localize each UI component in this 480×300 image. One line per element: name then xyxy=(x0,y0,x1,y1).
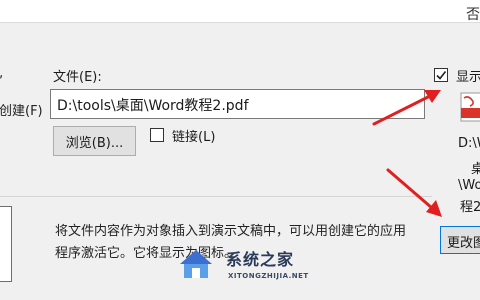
watermark-url: XITONGZHIJIA.NET xyxy=(228,272,309,280)
display-as-icon-label[interactable]: 显示 xyxy=(456,66,480,85)
window-title: 否 xyxy=(466,7,480,23)
red-arrow-icon xyxy=(386,168,442,217)
result-group-border xyxy=(0,196,432,197)
file-path-input[interactable]: D:\tools\桌面\Word教程2.pdf xyxy=(50,89,425,119)
watermark-title: 系统之家 xyxy=(226,250,295,269)
title-divider xyxy=(0,22,480,23)
pdf-file-icon xyxy=(460,92,480,122)
browse-button[interactable]: 浏览(B)... xyxy=(53,126,136,156)
result-icon-panel xyxy=(0,206,12,282)
checkmark-icon xyxy=(436,71,447,80)
link-checkbox[interactable] xyxy=(150,128,164,142)
display-as-icon-checkbox[interactable] xyxy=(434,68,448,82)
title-bar xyxy=(0,0,480,22)
icon-caption-line: D:\Wo xyxy=(458,136,480,151)
file-label: 文件(E): xyxy=(53,70,102,85)
icon-caption-line: 程2. xyxy=(460,200,480,215)
result-description: 将文件内容作为对象插入到演示文稿中，可以用创建它的应用 xyxy=(55,224,407,239)
icon-caption-line: \Word xyxy=(458,178,480,193)
icon-caption-line: 桌 xyxy=(471,162,480,177)
option-label-cut[interactable]: ), xyxy=(0,66,6,81)
link-label[interactable]: 链接(L) xyxy=(172,126,215,145)
watermark-logo-icon xyxy=(180,250,212,278)
change-icon-button[interactable]: 更改图 xyxy=(440,226,480,254)
create-from-file-option[interactable]: 创建(F) xyxy=(0,100,43,119)
